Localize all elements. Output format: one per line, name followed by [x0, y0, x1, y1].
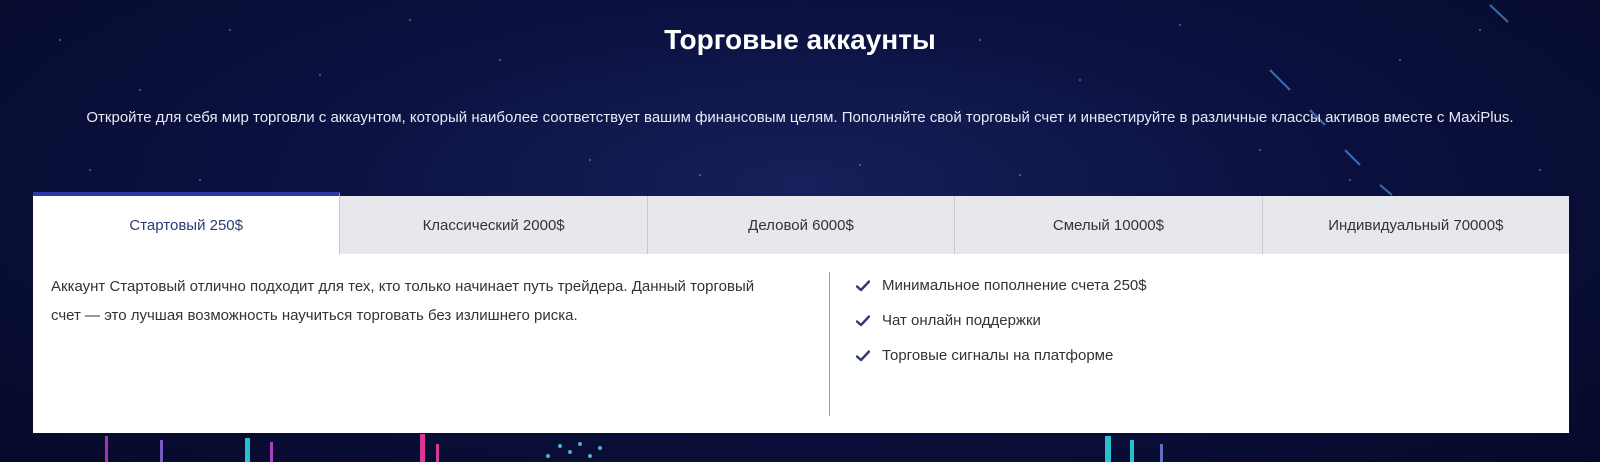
tab-classic[interactable]: Классический 2000$	[340, 196, 648, 254]
tab-bold[interactable]: Смелый 10000$	[955, 196, 1263, 254]
feature-item: Минимальное пополнение счета 250$	[856, 268, 1147, 303]
feature-text: Чат онлайн поддержки	[882, 312, 1041, 329]
account-tabs: Стартовый 250$ Классический 2000$ Делово…	[33, 192, 1569, 254]
feature-text: Минимальное пополнение счета 250$	[882, 277, 1147, 294]
feature-item: Торговые сигналы на платформе	[856, 338, 1147, 373]
check-icon	[856, 279, 870, 291]
page-subtitle: Откройте для себя мир торговли с аккаунт…	[86, 109, 1514, 126]
tab-starter[interactable]: Стартовый 250$	[33, 192, 341, 254]
feature-item: Чат онлайн поддержки	[856, 303, 1147, 338]
tab-individual[interactable]: Индивидуальный 70000$	[1263, 196, 1569, 254]
tab-content-panel: Аккаунт Стартовый отлично подходит для т…	[33, 254, 1569, 433]
page-title: Торговые аккаунты	[664, 24, 936, 55]
check-icon	[856, 349, 870, 361]
tab-business[interactable]: Деловой 6000$	[648, 196, 956, 254]
panel-divider	[829, 272, 830, 416]
account-description: Аккаунт Стартовый отлично подходит для т…	[51, 278, 755, 324]
feature-text: Торговые сигналы на платформе	[882, 347, 1114, 364]
feature-list: Минимальное пополнение счета 250$ Чат он…	[856, 268, 1147, 373]
check-icon	[856, 314, 870, 326]
